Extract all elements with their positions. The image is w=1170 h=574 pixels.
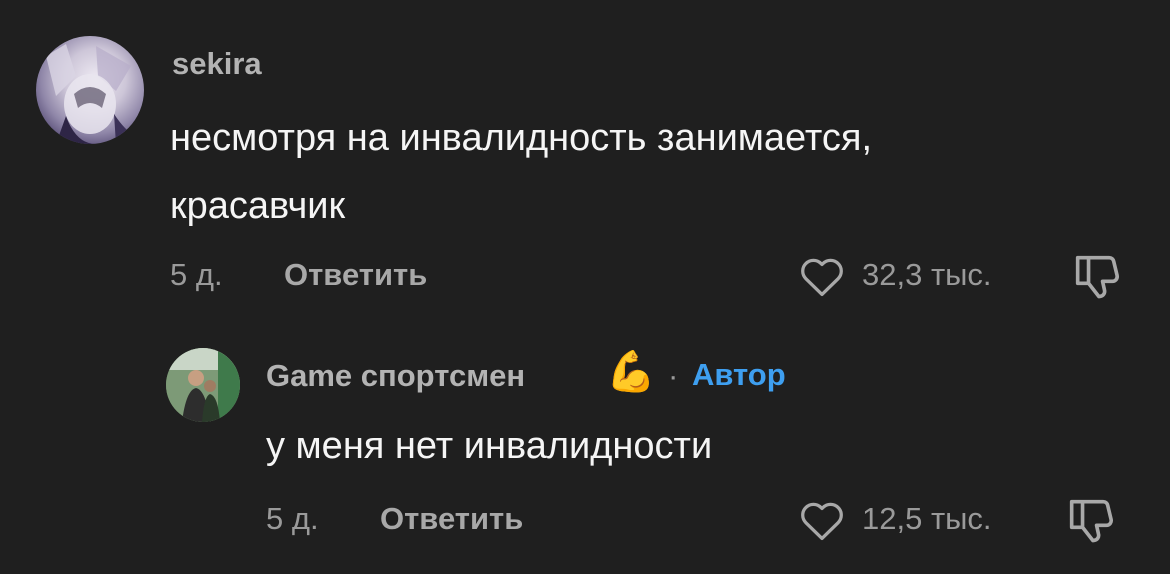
reply-avatar[interactable]	[166, 348, 240, 422]
flexed-biceps-emoji-icon: 💪	[606, 350, 656, 394]
heart-outline-icon	[801, 258, 843, 297]
separator-dot: ·	[668, 358, 679, 393]
reply-avatar-image	[166, 348, 240, 422]
thumbs-down-icon	[1069, 499, 1114, 543]
avatar[interactable]	[36, 36, 144, 144]
dislike-button[interactable]	[1068, 248, 1126, 306]
thumbs-down-icon	[1075, 255, 1120, 299]
like-button[interactable]	[796, 250, 848, 302]
heart-outline-icon	[801, 502, 843, 541]
comment-text-line-2: красавчик	[170, 185, 346, 227]
reply-reply-button[interactable]: Ответить	[380, 503, 523, 534]
reply-like-button[interactable]	[796, 494, 848, 546]
reply-text: у меня нет инвалидности	[266, 425, 713, 467]
reply-username[interactable]: Game спортсмен	[266, 360, 525, 391]
comment-timestamp: 5 д.	[170, 257, 223, 292]
like-count: 32,3 тыс.	[862, 257, 992, 292]
reply-button[interactable]: Ответить	[284, 259, 427, 290]
avatar-image	[46, 44, 136, 144]
author-badge: Автор	[692, 357, 786, 392]
comment-username[interactable]: sekira	[172, 48, 262, 79]
reply-like-count: 12,5 тыс.	[862, 501, 992, 536]
comment-text-line-1: несмотря на инвалидность занимается,	[170, 117, 873, 159]
reply-timestamp: 5 д.	[266, 501, 319, 536]
reply-dislike-button[interactable]	[1062, 492, 1120, 550]
